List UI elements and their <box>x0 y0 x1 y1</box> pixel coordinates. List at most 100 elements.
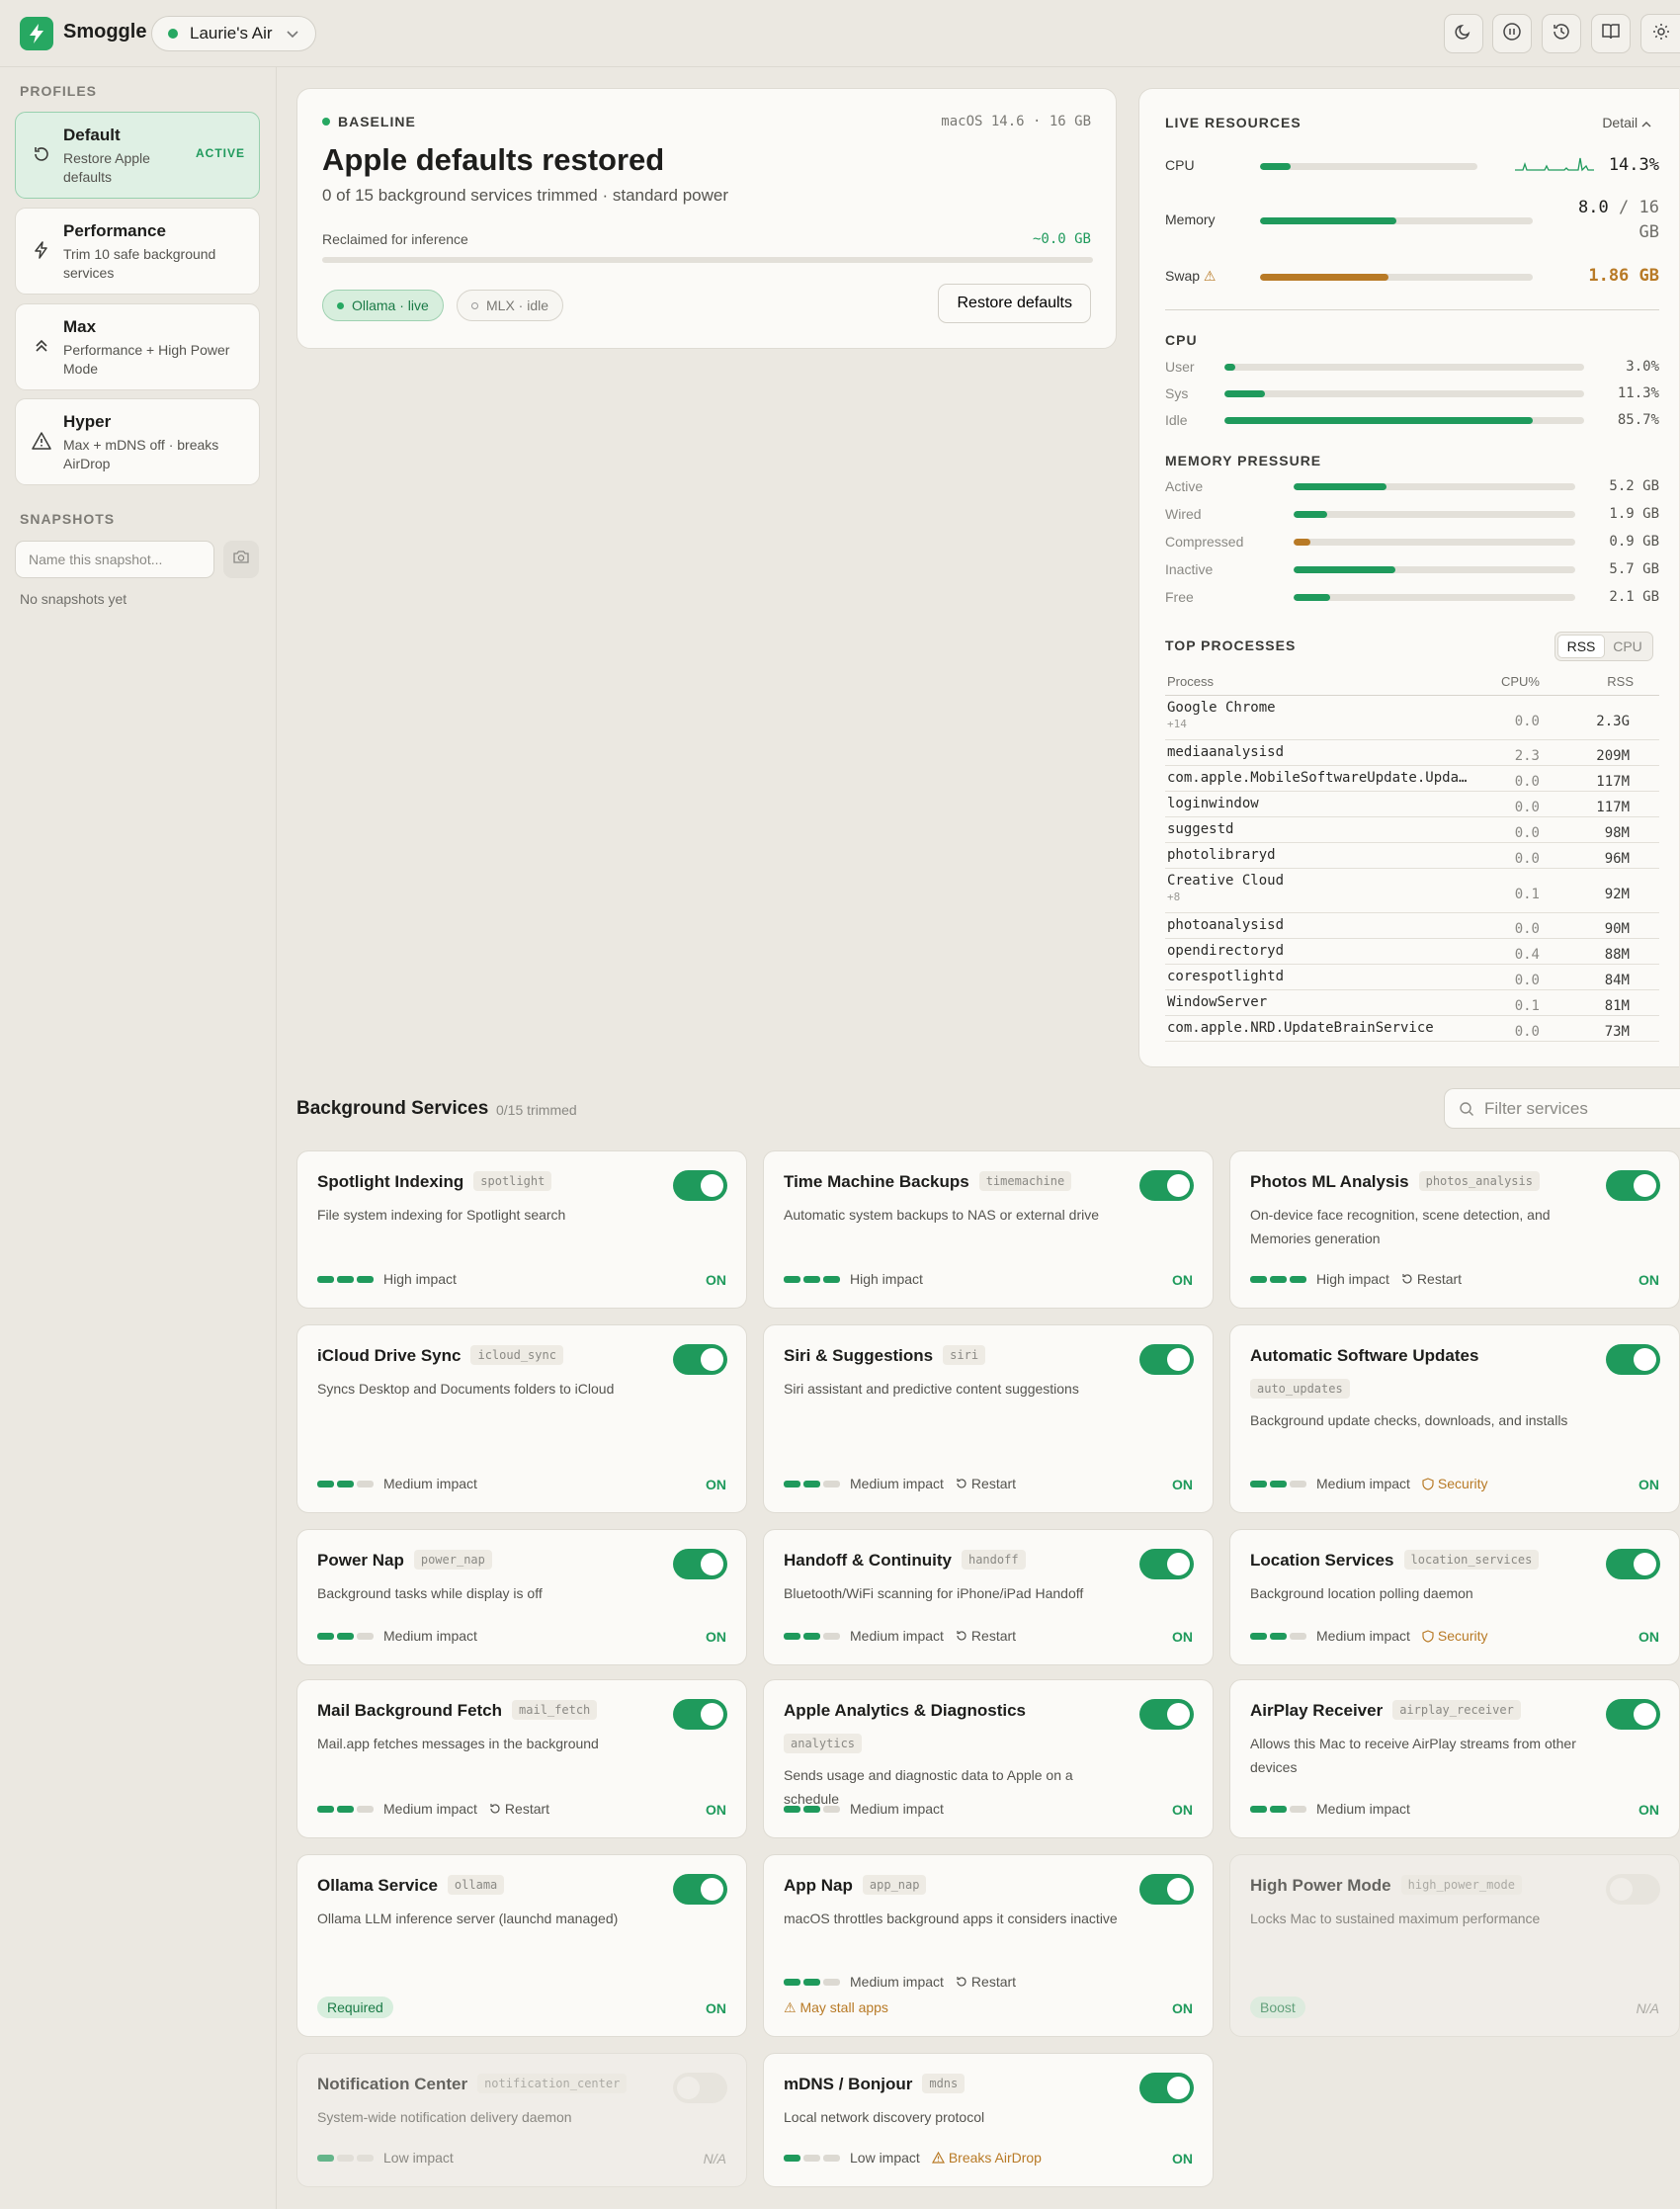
impact-label: High impact <box>383 1271 457 1287</box>
service-toggle[interactable] <box>1139 2073 1194 2103</box>
service-toggle[interactable] <box>1139 1344 1194 1375</box>
history-button[interactable] <box>1542 14 1581 53</box>
filter-services-input[interactable] <box>1484 1099 1662 1119</box>
docs-button[interactable] <box>1591 14 1631 53</box>
service-toggle[interactable] <box>673 1344 727 1375</box>
service-footer: Medium impact <box>317 1627 477 1645</box>
row-value: 5.7 GB <box>1609 561 1659 577</box>
mlx-status-chip[interactable]: MLX · idle <box>457 290 564 321</box>
profile-default[interactable]: Default Restore Apple defaults ACTIVE <box>15 112 260 199</box>
process-table: Process CPU% RSS Google Chrome +14 0.0 2… <box>1165 670 1659 1042</box>
process-table-body: Google Chrome +14 0.0 2.3G mediaanalysisd… <box>1165 696 1659 1042</box>
service-toggle[interactable] <box>1139 1874 1194 1905</box>
device-selector[interactable]: Laurie's Air <box>151 16 316 51</box>
process-row[interactable]: mediaanalysisd 2.3 209M <box>1165 740 1659 766</box>
profile-performance[interactable]: Performance Trim 10 safe background serv… <box>15 208 260 295</box>
impact-segment <box>784 1480 800 1487</box>
row-bar-fill <box>1294 566 1395 573</box>
memory-row: Memory 8.0 / 16 GB <box>1165 196 1659 243</box>
service-toggle[interactable] <box>1139 1170 1194 1201</box>
restart-icon <box>956 1478 967 1489</box>
service-toggle[interactable] <box>1606 1170 1660 1201</box>
sort-cpu-button[interactable]: CPU <box>1605 635 1650 658</box>
row-bar-fill <box>1224 417 1533 424</box>
impact-segment <box>823 1275 840 1283</box>
process-rss: 96M <box>1604 851 1630 867</box>
impact-label: High impact <box>850 1271 923 1287</box>
row-label: Sys <box>1165 385 1189 401</box>
process-row[interactable]: corespotlightd 0.0 84M <box>1165 965 1659 990</box>
dark-mode-button[interactable] <box>1444 14 1483 53</box>
service-name-text: iCloud Drive Sync <box>317 1346 462 1365</box>
process-row[interactable]: WindowServer 0.1 81M <box>1165 990 1659 1016</box>
service-toggle[interactable] <box>1606 1549 1660 1579</box>
process-row[interactable]: Creative Cloud +8 0.1 92M <box>1165 869 1659 913</box>
impact-meter <box>784 1275 840 1283</box>
process-row[interactable]: photolibraryd 0.0 96M <box>1165 843 1659 869</box>
service-toggle[interactable] <box>1139 1699 1194 1730</box>
impact-segment <box>803 1805 820 1813</box>
service-key: spotlight <box>473 1171 552 1191</box>
status-dot-icon <box>168 29 178 39</box>
service-toggle[interactable] <box>673 1170 727 1201</box>
restart-icon <box>956 1976 967 1988</box>
service-toggle[interactable] <box>673 1874 727 1905</box>
service-toggle[interactable] <box>1606 1874 1660 1905</box>
snapshot-name-input[interactable] <box>15 541 214 578</box>
service-name-text: Mail Background Fetch <box>317 1701 503 1720</box>
process-rss: 117M <box>1596 800 1630 815</box>
ollama-status-chip[interactable]: Ollama · live <box>322 290 444 321</box>
shield-icon <box>1422 1477 1434 1490</box>
extra-label: Restart <box>970 1628 1017 1644</box>
service-card-spotlight: Spotlight Indexing spotlight File system i… <box>296 1150 747 1309</box>
extra-label: Restart <box>970 1476 1017 1491</box>
row-bar-fill <box>1224 390 1266 397</box>
service-card-mail-fetch: Mail Background Fetch mail_fetch Mail.app … <box>296 1679 747 1838</box>
impact-segment <box>1250 1632 1267 1640</box>
service-toggle[interactable] <box>673 2073 727 2103</box>
restart-icon <box>1401 1273 1413 1285</box>
process-row[interactable]: loginwindow 0.0 117M <box>1165 792 1659 817</box>
settings-button[interactable] <box>1640 14 1680 53</box>
detail-toggle[interactable]: Detail <box>1602 115 1651 130</box>
sort-rss-button[interactable]: RSS <box>1557 635 1605 658</box>
process-row[interactable]: opendirectoryd 0.4 88M <box>1165 939 1659 965</box>
row-bar-fill <box>1294 483 1387 490</box>
impact-label: Medium impact <box>1316 1628 1410 1644</box>
service-description: Syncs Desktop and Documents folders to i… <box>317 1381 615 1397</box>
top-bar: Smoggle Laurie's Air <box>0 0 1680 67</box>
service-name-text: Time Machine Backups <box>784 1172 969 1191</box>
service-toggle[interactable] <box>673 1699 727 1730</box>
service-state: ON <box>1638 1629 1659 1645</box>
service-description: Locks Mac to sustained maximum performan… <box>1250 1911 1541 1926</box>
process-row[interactable]: com.apple.NRD.UpdateBrainService 0.0 73M <box>1165 1016 1659 1042</box>
service-footer: Low impact Breaks AirDrop <box>784 2149 1042 2167</box>
service-toggle[interactable] <box>673 1549 727 1579</box>
profile-hyper[interactable]: Hyper Max + mDNS off · breaks AirDrop <box>15 398 260 485</box>
memory-bar <box>1260 217 1533 224</box>
process-row[interactable]: photoanalysisd 0.0 90M <box>1165 913 1659 939</box>
service-toggle[interactable] <box>1139 1549 1194 1579</box>
process-child-count: +8 <box>1167 891 1181 903</box>
pause-button[interactable] <box>1492 14 1532 53</box>
impact-segment <box>1290 1805 1306 1813</box>
save-snapshot-button[interactable] <box>223 541 259 578</box>
impact-meter <box>1250 1480 1306 1487</box>
service-toggle[interactable] <box>1606 1699 1660 1730</box>
idle-dot-icon <box>471 301 478 309</box>
service-toggle[interactable] <box>1606 1344 1660 1375</box>
impact-segment <box>823 1480 840 1487</box>
col-cpu: CPU% <box>1500 674 1540 689</box>
live-resources-panel: LIVE RESOURCES Detail CPU 14.3% Memory 8… <box>1138 88 1679 1067</box>
process-row[interactable]: com.apple.MobileSoftwareUpdate.UpdateBra… <box>1165 766 1659 792</box>
restore-defaults-button[interactable]: Restore defaults <box>938 284 1091 323</box>
cpu-sparkline <box>1515 157 1594 172</box>
impact-label: Medium impact <box>1316 1801 1410 1817</box>
service-pill-badge: Boost <box>1250 1997 1305 2018</box>
process-row[interactable]: Google Chrome +14 0.0 2.3G <box>1165 696 1659 740</box>
process-cpu: 0.0 <box>1514 1024 1540 1040</box>
profile-max[interactable]: Max Performance + High Power Mode <box>15 303 260 390</box>
process-row[interactable]: suggestd 0.0 98M <box>1165 817 1659 843</box>
process-name: corespotlightd <box>1167 969 1285 984</box>
impact-segment <box>337 1480 354 1487</box>
